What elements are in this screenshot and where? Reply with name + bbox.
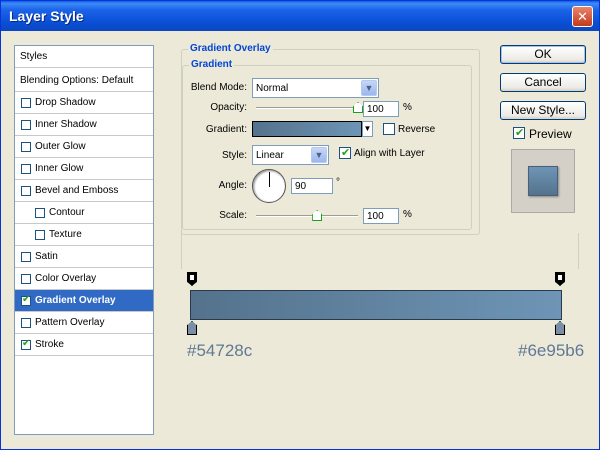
reverse-label: Reverse — [398, 124, 436, 135]
preview-checkbox[interactable] — [513, 126, 525, 139]
style-item-checkbox[interactable] — [21, 318, 31, 328]
style-item-contour[interactable]: Contour — [15, 202, 153, 224]
style-item-checkbox[interactable] — [21, 294, 31, 306]
style-item-checkbox[interactable] — [21, 186, 31, 196]
style-item-checkbox[interactable] — [21, 274, 31, 284]
style-item-label: Drop Shadow — [35, 97, 96, 108]
angle-label: Angle: — [218, 180, 247, 191]
style-label: Style: — [221, 150, 247, 161]
gradient-overlay-title: Gradient Overlay — [188, 43, 273, 54]
gradient-dropdown-icon[interactable]: ▼ — [362, 121, 373, 137]
new-style-button[interactable]: New Style... — [500, 101, 586, 120]
blending-options-label: Blending Options: Default — [20, 75, 134, 86]
style-item-color-overlay[interactable]: Color Overlay — [15, 268, 153, 290]
style-value: Linear — [256, 150, 284, 161]
scale-label: Scale: — [219, 210, 247, 221]
style-item-checkbox[interactable] — [21, 120, 31, 130]
blend-mode-select[interactable]: Normal ▼ — [252, 78, 379, 98]
style-item-gradient-overlay[interactable]: Gradient Overlay — [15, 290, 153, 312]
style-item-checkbox[interactable] — [21, 338, 31, 350]
style-item-checkbox[interactable] — [21, 252, 31, 262]
close-icon[interactable]: ✕ — [572, 6, 593, 27]
style-item-checkbox[interactable] — [35, 208, 45, 218]
opacity-label: Opacity: — [210, 102, 247, 113]
blending-options-item[interactable]: Blending Options: Default — [15, 70, 153, 92]
style-item-checkbox[interactable] — [21, 142, 31, 152]
scale-unit: % — [403, 209, 412, 220]
style-item-pattern-overlay[interactable]: Pattern Overlay — [15, 312, 153, 334]
style-item-label: Contour — [49, 207, 85, 218]
style-item-label: Gradient Overlay — [35, 295, 116, 306]
styles-list: Styles Blending Options: Default Drop Sh… — [14, 45, 154, 435]
title-bar[interactable]: Layer Style ✕ — [1, 1, 599, 31]
style-select[interactable]: Linear ▼ — [252, 145, 329, 165]
style-item-checkbox[interactable] — [21, 98, 31, 108]
styles-header-label: Styles — [20, 51, 48, 62]
gradient-label: Gradient: — [205, 124, 247, 135]
scale-slider-track[interactable] — [256, 215, 358, 217]
style-item-checkbox[interactable] — [35, 230, 45, 240]
gradient-editor-frame — [181, 233, 579, 269]
cancel-button[interactable]: Cancel — [500, 73, 586, 92]
style-item-inner-glow[interactable]: Inner Glow — [15, 158, 153, 180]
layer-style-dialog: Layer Style ✕ Styles Blending Options: D… — [0, 0, 600, 450]
end-color-hex: #6e95b6 — [518, 341, 585, 360]
style-item-label: Color Overlay — [35, 273, 97, 284]
style-item-inner-shadow[interactable]: Inner Shadow — [15, 114, 153, 136]
angle-dial[interactable] — [252, 169, 286, 203]
angle-dial-hand — [269, 172, 270, 187]
angle-input[interactable]: 90 — [291, 178, 333, 194]
gradient-picker-swatch[interactable] — [252, 121, 362, 137]
style-item-satin[interactable]: Satin — [15, 246, 153, 268]
style-item-texture[interactable]: Texture — [15, 224, 153, 246]
style-item-stroke[interactable]: Stroke — [15, 334, 153, 356]
align-with-layer-checkbox[interactable] — [339, 146, 351, 159]
angle-unit: ° — [336, 177, 340, 188]
chevron-down-icon[interactable]: ▼ — [361, 80, 377, 96]
style-item-label: Texture — [49, 229, 82, 240]
styles-header[interactable]: Styles — [15, 46, 153, 68]
style-item-label: Inner Shadow — [35, 119, 97, 130]
blend-mode-label: Blend Mode: — [190, 82, 247, 93]
opacity-input[interactable]: 100 — [363, 101, 399, 117]
style-item-bevel-and-emboss[interactable]: Bevel and Emboss — [15, 180, 153, 202]
start-color-hex: #54728c — [187, 341, 253, 360]
style-item-checkbox[interactable] — [21, 164, 31, 174]
reverse-checkbox[interactable] — [383, 123, 395, 135]
style-item-label: Satin — [35, 251, 58, 262]
chevron-down-icon[interactable]: ▼ — [311, 147, 327, 163]
opacity-slider-track[interactable] — [256, 107, 358, 109]
window-title: Layer Style — [9, 8, 84, 24]
style-item-drop-shadow[interactable]: Drop Shadow — [15, 92, 153, 114]
style-item-outer-glow[interactable]: Outer Glow — [15, 136, 153, 158]
align-with-layer-label: Align with Layer — [354, 148, 425, 159]
gradient-bar[interactable] — [190, 290, 562, 320]
preview-label: Preview — [529, 127, 572, 141]
ok-button[interactable]: OK — [500, 45, 586, 64]
preview-swatch — [528, 166, 558, 196]
style-item-label: Outer Glow — [35, 141, 86, 152]
scale-input[interactable]: 100 — [363, 208, 399, 224]
opacity-unit: % — [403, 102, 412, 113]
preview-box — [511, 149, 575, 213]
style-item-label: Stroke — [35, 339, 64, 350]
blend-mode-value: Normal — [256, 83, 289, 94]
gradient-group-title: Gradient — [189, 59, 235, 70]
style-item-label: Inner Glow — [35, 163, 84, 174]
style-item-label: Pattern Overlay — [35, 317, 105, 328]
style-item-label: Bevel and Emboss — [35, 185, 119, 196]
